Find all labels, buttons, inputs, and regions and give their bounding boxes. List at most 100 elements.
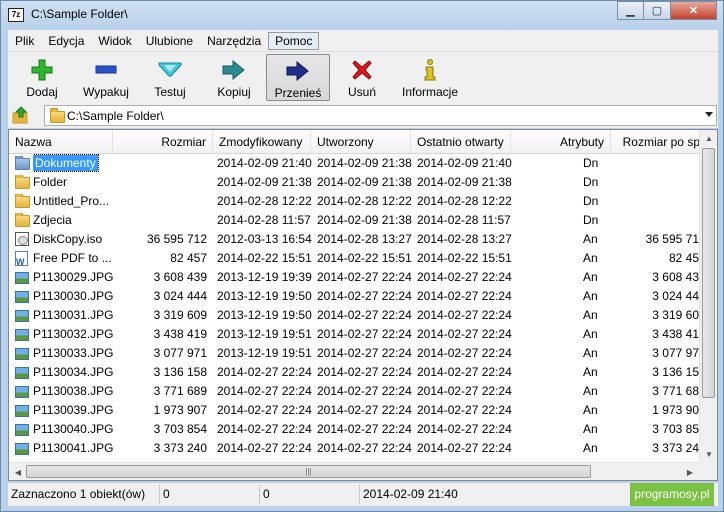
file-created: 2014-02-27 22:24 <box>317 308 412 322</box>
vertical-scrollbar[interactable]: ▲ ▼ <box>699 130 717 463</box>
file-name: P1130034.JPG <box>33 365 113 379</box>
file-row[interactable]: P1130038.JPG 3 771 689 2014-02-27 22:24 201… <box>9 382 699 401</box>
file-row[interactable]: Untitled_Pro... 2014-02-28 12:22 2014-02-2… <box>9 192 697 211</box>
close-button[interactable]: ✕ <box>671 1 717 20</box>
folder-icon <box>15 175 31 190</box>
maximize-button[interactable]: ▢ <box>644 1 671 20</box>
column-attributes[interactable]: Atrybuty <box>511 130 611 154</box>
column-created[interactable]: Utworzony <box>311 130 411 154</box>
file-name: P1130029.JPG <box>33 270 113 284</box>
extract-button[interactable]: Wypakuj <box>74 54 138 101</box>
extract-label: Wypakuj <box>83 85 129 99</box>
add-button[interactable]: Dodaj <box>10 54 74 101</box>
file-accessed: 2014-02-28 13:27 <box>417 232 512 246</box>
file-row[interactable]: DiskCopy.iso 36 595 712 2012-03-13 16:54 20… <box>9 230 699 249</box>
move-label: Przenieś <box>274 86 322 100</box>
address-field[interactable]: C:\Sample Folder\ <box>44 105 717 126</box>
file-row[interactable]: P1130041.JPG 3 373 240 2014-02-27 22:24 201… <box>9 439 699 458</box>
file-name: P1130033.JPG <box>33 346 113 360</box>
file-row[interactable]: P1130031.JPG 3 319 609 2013-12-19 19:50 201… <box>9 306 699 325</box>
file-row[interactable]: Folder 2014-02-09 21:38 2014-02-09 21:38 20… <box>9 173 697 192</box>
menu-bar: Plik Edycja Widok Ulubione Narzędzia Pom… <box>8 30 718 52</box>
file-row[interactable]: P1130029.JPG 3 608 439 2013-12-19 19:39 201… <box>9 268 699 287</box>
minimize-button[interactable]: ▁ <box>617 1 644 20</box>
image-file-icon <box>15 365 31 380</box>
add-label: Dodaj <box>26 85 58 99</box>
scroll-up-icon[interactable]: ▲ <box>701 130 717 147</box>
file-size: 3 703 854 <box>153 422 207 436</box>
file-row[interactable]: P1130030.JPG 3 024 444 2013-12-19 19:50 201… <box>9 287 699 306</box>
horizontal-scrollbar[interactable]: ◀ ||| ▶ <box>9 462 699 480</box>
file-size: 3 077 971 <box>153 346 207 360</box>
image-file-icon <box>15 403 31 418</box>
file-row[interactable]: P1130034.JPG 3 136 158 2014-02-27 22:24 201… <box>9 363 699 382</box>
image-file-icon <box>15 308 31 323</box>
menu-tools[interactable]: Narzędzia <box>200 32 268 50</box>
delete-button[interactable]: Usuń <box>330 54 394 101</box>
chevron-down-icon[interactable] <box>705 112 713 117</box>
file-packed-size: 3 771 68 <box>652 384 699 398</box>
file-name: P1130039.JPG <box>33 403 113 417</box>
file-packed-size: 3 608 43 <box>652 270 699 284</box>
file-name: Free PDF to ... <box>33 251 112 265</box>
menu-help[interactable]: Pomoc <box>268 31 320 50</box>
file-attributes: An <box>583 289 598 303</box>
file-attributes: An <box>583 308 598 322</box>
file-row[interactable]: P1130039.JPG 1 973 907 2014-02-27 22:24 201… <box>9 401 699 420</box>
toolbar: Dodaj Wypakuj Testuj Kopiuj Przenieś Usu… <box>8 52 718 103</box>
file-attributes: An <box>583 327 598 341</box>
plus-icon <box>26 57 58 83</box>
test-button[interactable]: Testuj <box>138 54 202 101</box>
file-created: 2014-02-28 13:27 <box>317 232 412 246</box>
scroll-left-icon[interactable]: ◀ <box>10 464 26 480</box>
column-size[interactable]: Rozmiar <box>113 130 213 154</box>
file-created: 2014-02-27 22:24 <box>317 270 412 284</box>
app-window: 7z C:\Sample Folder\ ▁ ▢ ✕ Plik Edycja W… <box>0 0 724 512</box>
scroll-down-icon[interactable]: ▼ <box>701 446 717 463</box>
file-attributes: An <box>583 365 598 379</box>
up-folder-button[interactable] <box>12 106 30 124</box>
status-size: 0 <box>160 485 260 504</box>
status-selected: Zaznaczono 1 obiekt(ów) <box>8 485 160 504</box>
file-created: 2014-02-09 21:38 <box>317 156 412 170</box>
column-modified[interactable]: Zmodyfikowany <box>213 130 311 154</box>
file-modified: 2014-02-22 15:51 <box>217 251 312 265</box>
file-created: 2014-02-27 22:24 <box>317 441 412 455</box>
file-modified: 2013-12-19 19:51 <box>217 327 312 341</box>
file-accessed: 2014-02-09 21:40 <box>417 156 512 170</box>
test-label: Testuj <box>154 85 186 99</box>
menu-file[interactable]: Plik <box>8 32 41 50</box>
file-attributes: An <box>583 251 598 265</box>
file-created: 2014-02-27 22:24 <box>317 346 412 360</box>
file-created: 2014-02-27 22:24 <box>317 289 412 303</box>
file-accessed: 2014-02-27 22:24 <box>417 270 512 284</box>
title-bar[interactable]: 7z C:\Sample Folder\ ▁ ▢ ✕ <box>1 1 723 30</box>
file-size: 82 457 <box>170 251 207 265</box>
menu-edit[interactable]: Edycja <box>41 32 91 50</box>
menu-favorites[interactable]: Ulubione <box>139 32 200 50</box>
scroll-right-icon[interactable]: ▶ <box>682 464 698 480</box>
horizontal-scroll-thumb[interactable]: ||| <box>26 465 591 478</box>
file-modified: 2014-02-28 11:57 <box>217 213 311 227</box>
file-row[interactable]: P1130033.JPG 3 077 971 2013-12-19 19:51 201… <box>9 344 699 363</box>
copy-button[interactable]: Kopiuj <box>202 54 266 101</box>
file-row[interactable]: Free PDF to ... 82 457 2014-02-22 15:51 201… <box>9 249 699 268</box>
menu-view[interactable]: Widok <box>91 32 138 50</box>
column-name[interactable]: Nazwa <box>9 130 113 154</box>
file-attributes: Dn <box>583 194 599 208</box>
file-size: 36 595 712 <box>146 232 207 246</box>
vertical-scroll-thumb[interactable] <box>702 148 715 398</box>
file-accessed: 2014-02-22 15:51 <box>417 251 512 265</box>
file-row[interactable]: P1130032.JPG 3 438 419 2013-12-19 19:51 201… <box>9 325 699 344</box>
move-button[interactable]: Przenieś <box>266 54 330 101</box>
column-accessed[interactable]: Ostatnio otwarty <box>411 130 511 154</box>
file-row[interactable]: P1130040.JPG 3 703 854 2014-02-27 22:24 201… <box>9 420 699 439</box>
folder-icon <box>50 108 65 123</box>
file-name: DiskCopy.iso <box>33 232 103 246</box>
file-row[interactable]: Dokumenty 2014-02-09 21:40 2014-02-09 21:3… <box>9 154 697 173</box>
file-name: P1130031.JPG <box>33 308 113 322</box>
file-size <box>115 192 207 211</box>
info-button[interactable]: Informacje <box>394 54 466 101</box>
file-row[interactable]: Zdjecia 2014-02-28 11:57 2014-02-09 21:38 2… <box>9 211 697 230</box>
file-attributes: An <box>583 403 598 417</box>
